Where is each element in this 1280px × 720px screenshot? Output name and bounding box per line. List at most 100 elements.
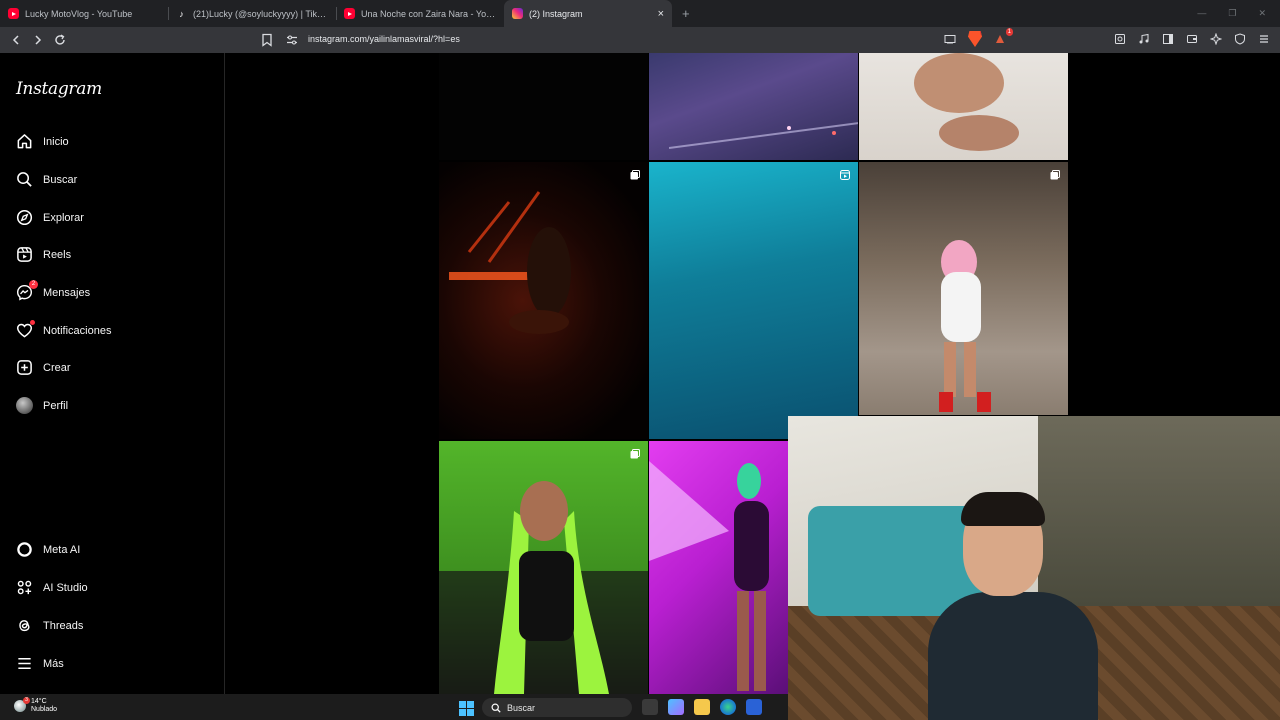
notification-dot xyxy=(30,320,35,325)
brave-shields-icon[interactable]: 5 xyxy=(968,31,982,47)
taskbar-search[interactable]: Buscar xyxy=(482,698,632,717)
sidebar-item-label: Buscar xyxy=(43,173,78,186)
home-icon xyxy=(16,133,33,150)
reels-icon xyxy=(16,246,33,263)
sidebar-item-label: Perfil xyxy=(43,399,69,412)
plus-square-icon xyxy=(16,359,33,376)
chevron-left-icon xyxy=(12,35,19,45)
avatar xyxy=(16,397,33,414)
sidebar-toggle-icon[interactable] xyxy=(1160,31,1176,47)
carousel-icon xyxy=(630,449,640,459)
sidebar-item-meta-ai[interactable]: Meta AI xyxy=(16,541,80,558)
post-tile[interactable] xyxy=(439,441,648,694)
carousel-icon xyxy=(1050,170,1060,180)
sidebar-item-reels[interactable]: Reels xyxy=(16,246,71,263)
sidebar-item-mensajes[interactable]: 2 Mensajes xyxy=(16,280,91,301)
post-tile[interactable] xyxy=(649,53,858,160)
wallet-icon[interactable] xyxy=(1184,31,1200,47)
browser-tab-1[interactable]: Lucky MotoVlog - YouTube xyxy=(0,0,168,27)
forward-button[interactable] xyxy=(28,30,48,50)
post-image xyxy=(914,53,1019,151)
threads-icon xyxy=(16,617,33,634)
close-window-button[interactable]: ✕ xyxy=(1258,8,1266,19)
person-shirt xyxy=(928,592,1098,720)
youtube-icon xyxy=(8,8,19,19)
heart-icon xyxy=(16,320,35,339)
start-tile xyxy=(467,709,474,716)
post-tile[interactable] xyxy=(439,53,648,160)
messenger-icon: 2 xyxy=(16,280,38,301)
sidebar-item-explorar[interactable]: Explorar xyxy=(16,209,84,226)
post-tile[interactable] xyxy=(649,162,858,439)
person-hair xyxy=(961,492,1045,526)
post-image xyxy=(439,481,648,694)
post-tile[interactable] xyxy=(649,441,788,694)
rewards-icon[interactable]: 1 xyxy=(992,28,1013,47)
reload-button[interactable] xyxy=(50,30,70,50)
taskbar-apps xyxy=(642,699,762,715)
minimize-button[interactable]: — xyxy=(1197,8,1206,19)
weather-widget[interactable]: 3 14°C Nublado xyxy=(14,697,57,714)
browser-toolbar: instagram.com/yailinlamasviral/?hl=es 5 … xyxy=(0,27,1280,53)
browser-menu-icon[interactable] xyxy=(1256,31,1272,47)
post-tile[interactable] xyxy=(859,162,1068,415)
browser-tab-active[interactable]: (2) Instagram × xyxy=(504,0,672,27)
sidebar-item-label: Threads xyxy=(43,619,84,632)
tab-title: (2) Instagram xyxy=(529,8,583,19)
browser-tab-3[interactable]: Una Noche con Zaira Nara - YouTube xyxy=(336,0,504,27)
close-tab-icon[interactable]: × xyxy=(658,8,664,20)
post-tile[interactable] xyxy=(859,53,1068,160)
edge-icon[interactable] xyxy=(720,699,736,715)
instagram-icon xyxy=(512,8,523,19)
store-icon[interactable] xyxy=(746,699,762,715)
task-view-icon[interactable] xyxy=(642,699,658,715)
leo-ai-icon[interactable] xyxy=(1208,31,1224,47)
taskbar-search-label: Buscar xyxy=(507,702,536,713)
sidebar-item-notificaciones[interactable]: Notificaciones xyxy=(16,320,111,339)
maximize-button[interactable]: ❐ xyxy=(1228,8,1236,19)
post-image xyxy=(669,122,858,149)
sidebar-item-buscar[interactable]: Buscar xyxy=(16,171,77,188)
sidebar-item-mas[interactable]: Más xyxy=(16,655,64,672)
start-tile xyxy=(467,701,474,708)
copilot-icon[interactable] xyxy=(668,699,684,715)
address-bar-actions: 5 1 xyxy=(942,28,1013,47)
address-bar[interactable]: instagram.com/yailinlamasviral/?hl=es xyxy=(308,34,460,44)
messages-badge: 2 xyxy=(29,280,38,289)
back-button[interactable] xyxy=(6,30,26,50)
weather-text: 14°C Nublado xyxy=(31,698,57,714)
tab-title: Una Noche con Zaira Nara - YouTube xyxy=(361,8,496,19)
window-controls: — ❐ ✕ xyxy=(1197,8,1280,19)
site-settings-icon[interactable] xyxy=(286,34,298,46)
cast-icon[interactable] xyxy=(942,31,958,47)
post-tile[interactable] xyxy=(439,162,648,439)
start-tile xyxy=(459,709,466,716)
webcam-overlay xyxy=(788,416,1280,720)
sidebar-item-label: Mensajes xyxy=(43,286,91,299)
sidebar-item-inicio[interactable]: Inicio xyxy=(16,133,69,150)
browser-tab-2[interactable]: ♪ (21)Lucky (@soyluckyyyy) | TikTok xyxy=(168,0,336,27)
search-icon xyxy=(491,702,501,713)
new-tab-button[interactable]: + xyxy=(672,6,700,21)
bookmark-icon[interactable] xyxy=(260,33,274,47)
avatar-wrapper xyxy=(16,397,33,414)
sidebar-item-ai-studio[interactable]: AI Studio xyxy=(16,579,88,596)
webcam-person xyxy=(928,492,1098,720)
youtube-icon xyxy=(344,8,355,19)
sidebar-item-crear[interactable]: Crear xyxy=(16,359,71,376)
tiktok-icon: ♪ xyxy=(179,8,184,19)
music-icon[interactable] xyxy=(1136,31,1152,47)
screenshot-icon[interactable] xyxy=(1112,31,1128,47)
file-explorer-icon[interactable] xyxy=(694,699,710,715)
weather-desc: Nublado xyxy=(31,706,58,713)
vpn-shield-icon[interactable] xyxy=(1232,31,1248,47)
reel-icon xyxy=(840,170,850,180)
sidebar-item-threads[interactable]: Threads xyxy=(16,617,83,634)
ai-studio-icon xyxy=(16,579,33,596)
windows-start-button[interactable] xyxy=(459,701,474,716)
weather-temp: 14°C xyxy=(31,698,47,705)
sidebar-item-label: Meta AI xyxy=(43,543,81,556)
sidebar-item-perfil[interactable]: Perfil xyxy=(16,397,68,414)
instagram-logo[interactable]: Instagram xyxy=(16,79,102,99)
sidebar-item-label: Reels xyxy=(43,248,72,261)
